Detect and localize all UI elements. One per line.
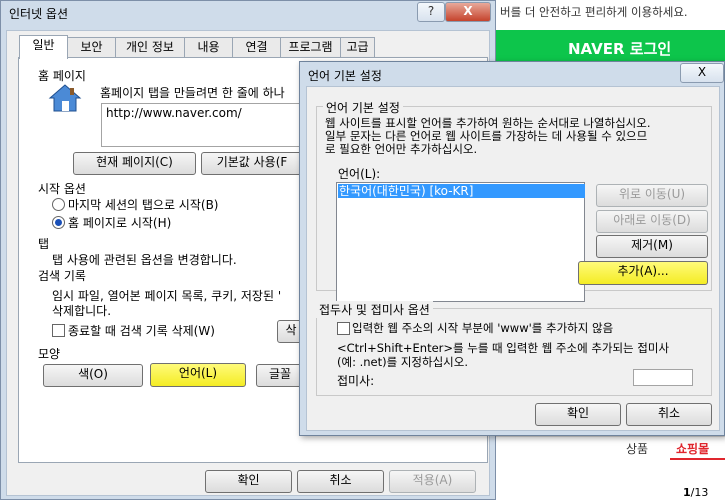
tab-content[interactable]: 내용 <box>184 37 233 58</box>
history-description-line2: 삭제합니다. <box>52 304 112 318</box>
naver-login-button[interactable]: NAVER 로그인 <box>496 30 725 64</box>
tab-products[interactable]: 상품 <box>626 440 648 457</box>
language-list-label: 언어(L): <box>338 167 381 181</box>
apply-button[interactable]: 적용(A) <box>389 470 476 493</box>
colors-button[interactable]: 색(O) <box>43 364 143 387</box>
start-last-session-radio[interactable] <box>52 198 65 211</box>
www-prefix-checkbox[interactable] <box>337 322 350 335</box>
active-tab-underline <box>670 458 725 460</box>
language-group-title: 언어 기본 설정 <box>323 99 403 116</box>
start-homepage-radio[interactable] <box>52 216 65 229</box>
dialog-close-button[interactable]: X <box>680 63 724 83</box>
internet-options-titlebar[interactable]: 인터넷 옵션 ? X <box>1 1 495 25</box>
language-list-item[interactable]: 한국어(대한민국) [ko-KR] <box>338 184 585 198</box>
pager-indicator: 1/13 <box>683 486 708 499</box>
language-description-line3: 로 필요한 언어만 추가하십시오. <box>325 142 478 156</box>
start-last-session-label: 마지막 세션의 탭으로 시작(B) <box>68 198 219 212</box>
remove-language-button[interactable]: 제거(M) <box>596 235 708 258</box>
dialog-title: 언어 기본 설정 <box>308 69 382 83</box>
use-default-button[interactable]: 기본값 사용(F <box>201 152 303 175</box>
window-title: 인터넷 옵션 <box>9 7 69 21</box>
homepage-description: 홈페이지 탭을 만들려면 한 줄에 하나 <box>100 86 285 100</box>
suffix-label: 접미사: <box>337 374 375 388</box>
use-current-button[interactable]: 현재 페이지(C) <box>73 152 196 175</box>
homepage-url-textarea[interactable]: http://www.naver.com/ <box>101 103 301 147</box>
startup-heading: 시작 옵션 <box>38 182 86 196</box>
tab-privacy[interactable]: 개인 정보 <box>115 37 185 58</box>
dialog-cancel-button[interactable]: 취소 <box>626 403 712 426</box>
cancel-button[interactable]: 취소 <box>297 470 384 493</box>
languages-button[interactable]: 언어(L) <box>150 363 246 387</box>
close-button[interactable]: X <box>445 2 491 22</box>
add-language-button[interactable]: 추가(A)... <box>578 261 708 285</box>
move-down-button[interactable]: 아래로 이동(D) <box>596 210 708 233</box>
language-list[interactable]: 한국어(대한민국) [ko-KR] <box>336 182 585 302</box>
pager-current: 1 <box>683 486 691 499</box>
suffix-input[interactable] <box>633 369 693 386</box>
tab-connections[interactable]: 연결 <box>232 37 281 58</box>
suffix-description-line2: (예: .net)를 지정하십시오. <box>337 355 468 369</box>
tab-advanced[interactable]: 고급 <box>340 37 375 58</box>
house-icon <box>48 83 82 113</box>
ok-button[interactable]: 확인 <box>205 470 292 493</box>
dialog-ok-button[interactable]: 확인 <box>535 403 621 426</box>
fonts-button[interactable]: 글꼴 <box>256 364 304 387</box>
tab-programs[interactable]: 프로그램 <box>280 37 341 58</box>
homepage-heading: 홈 페이지 <box>38 69 86 83</box>
tab-general[interactable]: 일반 <box>19 35 68 59</box>
move-up-button[interactable]: 위로 이동(U) <box>596 184 708 207</box>
delete-history-on-exit-label: 종료할 때 검색 기록 삭제(W) <box>68 324 215 338</box>
www-prefix-label: 입력한 웹 주소의 시작 부분에 'www'를 추가하지 않음 <box>352 321 614 335</box>
delete-history-on-exit-checkbox[interactable] <box>52 324 65 337</box>
tab-security[interactable]: 보안 <box>67 37 116 58</box>
help-button[interactable]: ? <box>417 2 445 22</box>
start-homepage-label: 홈 페이지로 시작(H) <box>68 216 172 230</box>
appearance-heading: 모양 <box>38 347 61 361</box>
tabs-description: 탭 사용에 관련된 옵션을 변경합니다. <box>52 253 237 267</box>
history-heading: 검색 기록 <box>38 269 86 283</box>
tab-shopping-mall[interactable]: 쇼핑몰 <box>676 440 709 457</box>
prefix-suffix-group-title: 접두사 및 접미사 옵션 <box>316 301 433 318</box>
background-notice-text: 버를 더 안전하고 편리하게 이용하세요. <box>500 5 688 19</box>
pager-total: /13 <box>690 486 709 499</box>
tabs-heading: 탭 <box>38 237 50 251</box>
